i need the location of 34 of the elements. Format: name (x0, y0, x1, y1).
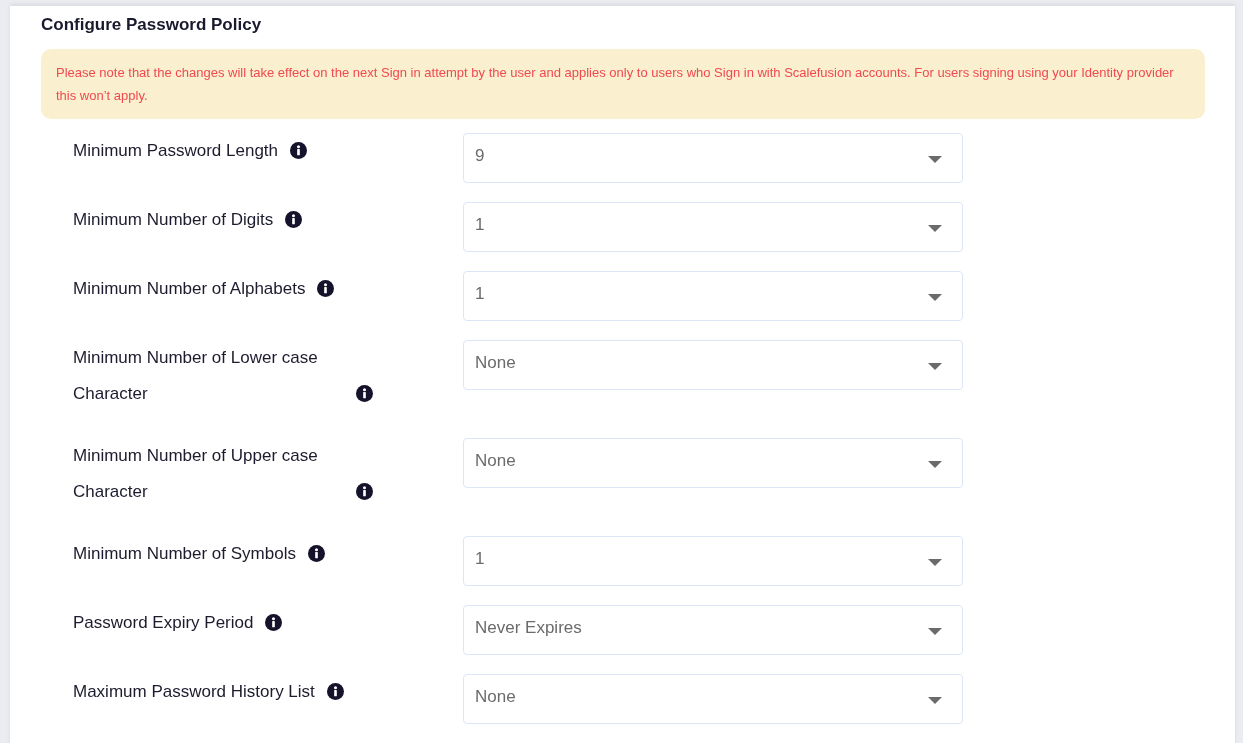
select-dropdown[interactable]: 1 (463, 270, 963, 321)
info-icon[interactable] (326, 682, 344, 700)
field-label: Minimum Password Length (73, 139, 279, 162)
field-label: Minimum Number of Alphabets (73, 277, 306, 300)
select-dropdown[interactable]: 9 (463, 132, 963, 183)
caret-icon (928, 558, 942, 567)
caret-icon (928, 696, 942, 705)
section-title: Configure Password Policy (41, 14, 262, 36)
select-dropdown[interactable]: Never Expires (463, 604, 963, 655)
select-dropdown[interactable]: None (463, 437, 963, 488)
field-label: Password Expiry Period (73, 611, 254, 634)
caret-icon (928, 155, 942, 164)
caret-icon (928, 460, 942, 469)
select-dropdown[interactable]: None (463, 339, 963, 390)
caret-icon (928, 362, 942, 371)
select-dropdown[interactable]: None (463, 673, 963, 724)
field-label: Maximum Password History List (73, 680, 315, 703)
field-label: Minimum Number of Upper case Character (73, 444, 319, 503)
info-icon[interactable] (307, 544, 325, 562)
select-dropdown[interactable]: 1 (463, 535, 963, 586)
notice-text: Please note that the changes will take effect on the next Sign in attempt by the user and applies only to users who Sign in with Scalefusion accounts. For users signing using your Identity provider this won’t apply. (56, 63, 1175, 105)
field-label: Minimum Number of Digits (73, 208, 274, 231)
info-icon[interactable] (285, 210, 303, 228)
caret-icon (928, 627, 942, 636)
info-icon[interactable] (290, 141, 308, 159)
info-icon[interactable] (265, 613, 283, 631)
caret-icon (928, 224, 942, 233)
select-dropdown[interactable]: 1 (463, 201, 963, 252)
field-label: Minimum Number of Lower case Character (73, 346, 319, 405)
info-icon[interactable] (356, 482, 373, 500)
field-label: Minimum Number of Symbols (73, 542, 296, 565)
caret-icon (928, 293, 942, 302)
info-icon[interactable] (356, 384, 373, 402)
info-icon[interactable] (317, 279, 335, 297)
